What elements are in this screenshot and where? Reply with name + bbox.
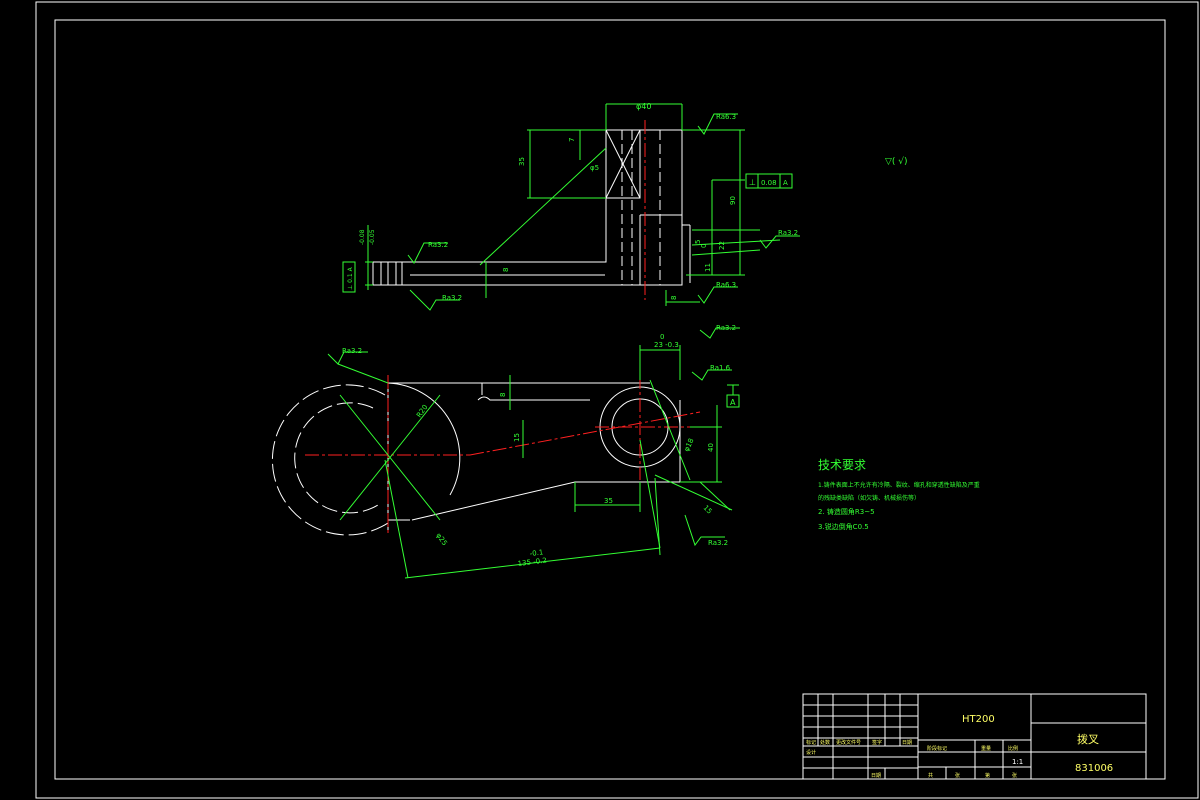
left-tol-text: ⊥ 0.1 A	[347, 266, 354, 290]
dim-tol-2: -0.05	[369, 229, 376, 245]
tb-scale: 1:1	[1012, 758, 1023, 766]
perp-value: 0.08	[761, 179, 777, 187]
dim-15: 15	[513, 433, 521, 442]
dim-phi5: φ5	[590, 164, 599, 172]
tech-title: 技术要求	[818, 458, 866, 472]
fork-right-arc	[387, 382, 461, 496]
dim-135: 135 -0.2	[517, 556, 547, 568]
section-outline	[372, 130, 683, 286]
tb-drawing-no: 831006	[1075, 763, 1113, 774]
roughness-3: Ra3.2	[442, 294, 462, 302]
outer-frame	[35, 1, 1199, 799]
tb-label-file: 更改文件号	[836, 739, 861, 746]
dim-phi40: φ40	[636, 102, 651, 111]
dim-tol-1: -0.08	[359, 229, 366, 245]
tech-line-1: 1.铸件表面上不允许有冷隔、裂纹、缩孔和穿透性缺陷及严重	[818, 481, 980, 489]
tb-label-count: 处数	[820, 739, 830, 746]
dim-23: 23 -0.3	[654, 341, 679, 349]
dim-7: 7	[568, 138, 576, 142]
tech-line-2: 2. 铸造圆角R3~5	[818, 507, 875, 516]
tech-line-3: 3.锐边倒角C0.5	[818, 522, 869, 531]
drawing-canvas: φ40 35 7 φ5 90 5 22 11 0 8 8 -0.08 -0.05…	[35, 1, 1199, 799]
dim-135-ext2	[639, 439, 661, 549]
tb-scale-label: 比例	[1008, 745, 1018, 752]
tb-sheet-total: 共	[928, 772, 933, 779]
general-roughness: ▽( √)	[885, 156, 908, 167]
dim-phi18: φ18	[683, 437, 696, 453]
dim-35: 35	[518, 157, 526, 166]
tb-sheet-unit2: 张	[1012, 772, 1017, 779]
tb-material: HT200	[962, 714, 995, 725]
dim-phi25: φ25	[434, 532, 448, 548]
leader-phi5	[479, 147, 607, 266]
rough-6-leader	[337, 363, 389, 384]
title-block: 标记 处数 更改文件号 签字 日期 设计 日期 HT200 阶段标记 重量 比例…	[802, 693, 1147, 780]
dim-15-plan: 15	[702, 504, 714, 516]
tb-label-date2: 日期	[871, 773, 881, 779]
dim-22: 22	[718, 241, 726, 250]
dim-23-zero: 0	[660, 333, 664, 341]
dim-0: 0	[700, 244, 708, 248]
roughness-4: Ra3.2	[778, 229, 798, 237]
tb-label-mark: 标记	[806, 739, 816, 746]
roughness-sym-5	[697, 286, 738, 304]
perp-datum: A	[783, 179, 788, 187]
roughness-9: Ra3.2	[708, 539, 728, 547]
plan-view: R20 φ25 -0.1 135 -0.2 23 -0.3 0 8 15 35 …	[271, 324, 740, 579]
dim-8-plan: 8	[499, 393, 507, 397]
tb-part-name: 拨叉	[1077, 732, 1099, 746]
dim-90: 90	[729, 196, 737, 205]
dim-h5	[691, 249, 761, 256]
section-view: φ40 35 7 φ5 90 5 22 11 0 8 8 -0.08 -0.05…	[342, 102, 908, 311]
dim-8-bottom: 8	[670, 296, 678, 300]
roughness-1: Ra6.3	[716, 113, 736, 121]
tb-label-design: 设计	[806, 749, 816, 756]
tb-sheet-no: 第	[985, 772, 990, 779]
dim-35-plan: 35	[604, 497, 613, 505]
fork-groove	[387, 261, 397, 286]
fork-inner-arc	[294, 402, 379, 514]
hub-outline	[606, 129, 683, 215]
dim-15b-line	[654, 474, 733, 511]
tech-requirements: 技术要求 1.铸件表面上不允许有冷隔、裂纹、缩孔和穿透性缺陷及严重 的残缺类缺陷…	[818, 458, 980, 531]
tech-line-1b: 的残缺类缺陷（如欠铸、机械损伤等）	[818, 494, 920, 502]
dim-11: 11	[704, 263, 712, 272]
datum-label: A	[730, 398, 736, 407]
arm-rib	[477, 396, 590, 401]
dim-8-arm: 8	[502, 268, 510, 272]
fork-end	[372, 261, 382, 286]
tb-label-date: 日期	[902, 740, 912, 746]
dim-r5: 5	[694, 240, 702, 244]
tb-label-sign: 签字	[872, 739, 882, 746]
roughness-2: Ra3.2	[428, 241, 448, 249]
roughness-7: Ra3.2	[716, 324, 736, 332]
dim-phi18-leader	[649, 379, 691, 481]
roughness-8: Ra1.6	[710, 364, 731, 372]
roughness-sym-4	[759, 235, 800, 249]
roughness-6: Ra3.2	[342, 347, 362, 355]
dim-leader-low	[654, 477, 661, 556]
tb-stage: 阶段标记	[927, 745, 947, 752]
tb-weight: 重量	[981, 745, 991, 752]
tb-sheet-unit1: 张	[955, 772, 960, 779]
dim-40: 40	[707, 443, 715, 452]
inner-frame	[54, 19, 1166, 780]
roughness-5: Ra6.3	[716, 281, 736, 289]
perp-symbol: ⊥	[749, 178, 756, 187]
